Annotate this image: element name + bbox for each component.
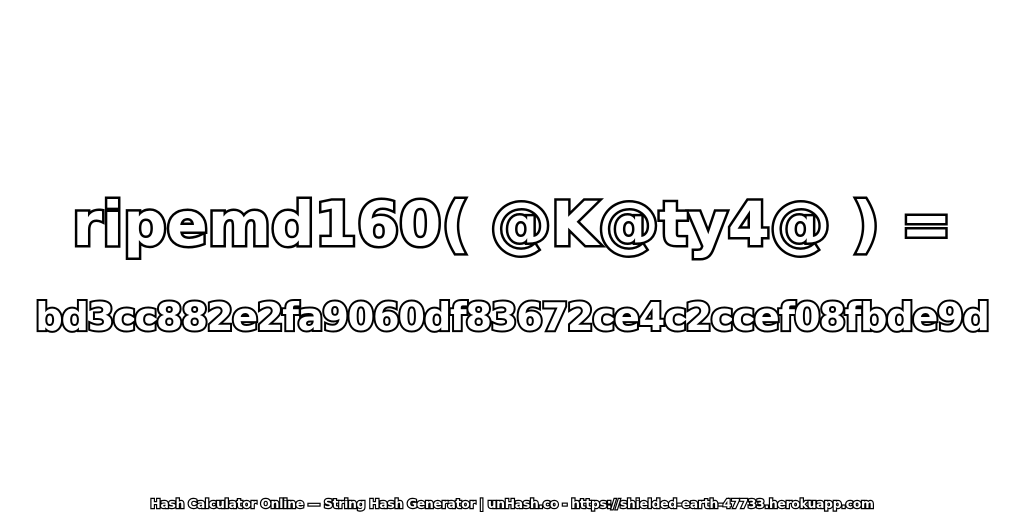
- hash-image: ripemd160( @K@ty4@ ) = bd3cc882e2fa9060d…: [0, 0, 1024, 512]
- hash-function-expression: ripemd160( @K@ty4@ ) =: [70, 188, 954, 263]
- footer-credit: Hash Calculator Online — String Hash Gen…: [149, 496, 875, 512]
- hash-result: bd3cc882e2fa9060df83672ce4c2ccef08fbde9d: [33, 294, 992, 342]
